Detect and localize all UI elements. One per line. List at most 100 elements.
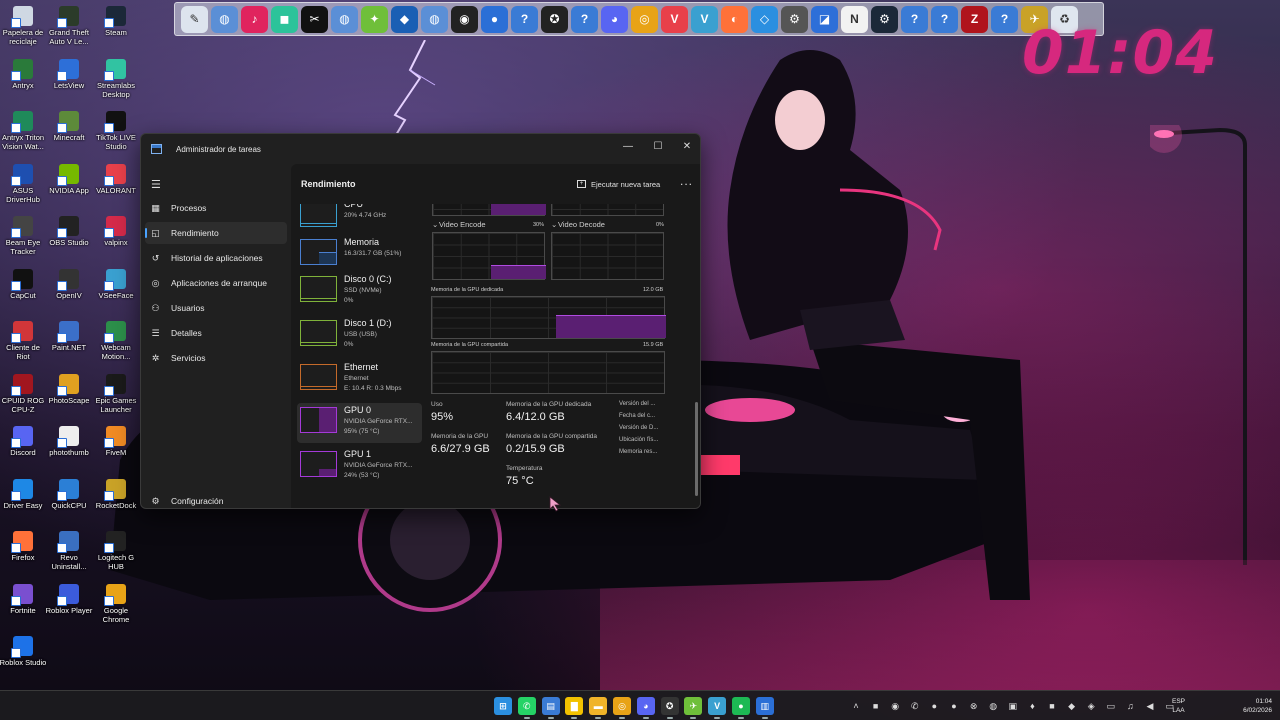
desktop-shortcut[interactable]: photothumb xyxy=(45,426,93,457)
desktop-shortcut[interactable]: Epic Games Launcher xyxy=(92,373,140,414)
bird-icon[interactable]: ✈ xyxy=(684,697,703,719)
sticky-notes-icon[interactable]: ▤ xyxy=(541,697,560,719)
firefox-icon[interactable]: ◐ xyxy=(721,5,748,33)
cpuid-icon[interactable]: ⚙ xyxy=(781,5,808,33)
desktop-shortcut[interactable]: VSeeFace xyxy=(92,268,140,300)
title-bar[interactable]: Administrador de tareas — ☐ ✕ xyxy=(141,134,700,164)
vseeface-icon[interactable]: V xyxy=(708,697,727,719)
desktop-shortcut[interactable]: OBS Studio xyxy=(45,216,93,247)
desktop-shortcut[interactable]: Discord xyxy=(0,426,47,457)
desktop-shortcut[interactable]: LetsView xyxy=(45,58,93,90)
hamburger-menu-icon[interactable]: ☰ xyxy=(151,178,161,191)
desktop-shortcut[interactable]: Driver Easy xyxy=(0,478,47,510)
device-item[interactable]: Disco 1 (D:) USB (USB) 0% xyxy=(297,316,422,356)
shield-tray-icon[interactable]: ◈ xyxy=(1085,700,1097,712)
cube-icon[interactable]: ◆ xyxy=(391,5,418,33)
desktop-shortcut[interactable]: TikTok LIVE Studio xyxy=(92,111,140,151)
desktop-shortcut[interactable]: Revo Uninstall... xyxy=(45,531,93,571)
valorant-icon[interactable]: V xyxy=(661,5,688,33)
desktop-shortcut[interactable]: Antryx xyxy=(0,58,47,90)
whatsapp-icon[interactable]: ✆ xyxy=(517,697,536,719)
chat-tray-icon[interactable]: ▭ xyxy=(1105,700,1117,712)
windows-start-icon[interactable]: ⊞ xyxy=(494,697,512,715)
volume-icon[interactable]: ◀ xyxy=(1144,700,1156,712)
notepad-icon[interactable]: ✎ xyxy=(181,5,208,33)
minimize-button[interactable]: — xyxy=(614,137,642,155)
gamepad-icon[interactable]: ◼ xyxy=(271,5,298,33)
sidebar-item-history[interactable]: ↺ Historial de aplicaciones xyxy=(145,247,287,269)
desktop-shortcut[interactable]: Streamlabs Desktop xyxy=(92,58,140,99)
desktop-shortcut[interactable]: CPUID ROG CPU-Z xyxy=(0,373,47,414)
steam-icon[interactable]: ⚙ xyxy=(871,5,898,33)
globe-icon[interactable]: ◍ xyxy=(331,5,358,33)
globe-icon[interactable]: ◍ xyxy=(211,5,238,33)
steam-tray-icon[interactable]: ◉ xyxy=(889,700,901,712)
mic-tray-icon[interactable]: ♦ xyxy=(1026,700,1038,712)
sidebar-item-performance[interactable]: ◱ Rendimiento xyxy=(145,222,287,244)
desktop-shortcut[interactable]: FiveM xyxy=(92,426,140,457)
app-tray-icon[interactable]: ▣ xyxy=(1007,700,1019,712)
globe-icon[interactable]: ◍ xyxy=(421,5,448,33)
discord-icon[interactable]: ◕ xyxy=(636,697,655,719)
language-indicator[interactable]: ESP LAA xyxy=(1172,697,1185,715)
detail-scrollbar[interactable] xyxy=(695,402,698,496)
drop-tray-icon[interactable]: ● xyxy=(928,700,940,712)
desktop-shortcut[interactable]: CapCut xyxy=(0,268,47,300)
video-decode-chevron-icon[interactable]: ⌄ xyxy=(551,220,557,229)
discord-icon[interactable]: ◕ xyxy=(601,5,628,33)
notes-icon[interactable]: ▇ xyxy=(565,697,584,719)
desktop-shortcut[interactable]: QuickCPU xyxy=(45,478,93,510)
task-manager-icon[interactable]: ▥ xyxy=(755,697,774,719)
maximize-button[interactable]: ☐ xyxy=(644,137,672,155)
desktop-shortcut[interactable]: Paint.NET xyxy=(45,321,93,352)
device-item[interactable]: Disco 0 (C:) SSD (NVMe) 0% xyxy=(297,272,422,312)
drop-icon[interactable]: ● xyxy=(481,5,508,33)
globe-tray-icon[interactable]: ◍ xyxy=(987,700,999,712)
desktop-shortcut[interactable]: Beam Eye Tracker xyxy=(0,216,47,256)
help-icon[interactable]: ? xyxy=(931,5,958,33)
desktop-shortcut[interactable]: Logitech G HUB xyxy=(92,531,140,571)
device-item[interactable]: Memoria 16.3/31.7 GB (51%) xyxy=(297,235,422,275)
vseeface-icon[interactable]: V xyxy=(691,5,718,33)
eagle-icon[interactable]: ✪ xyxy=(660,697,679,719)
device-item[interactable]: Ethernet Ethernet E: 10.4 R: 0.3 Mbps xyxy=(297,360,422,400)
device-item[interactable]: CPU 20% 4.74 GHz xyxy=(297,204,422,237)
desktop-shortcut[interactable]: OpenIV xyxy=(45,268,93,300)
help-icon[interactable]: ? xyxy=(901,5,928,33)
device-item[interactable]: GPU 1 NVIDIA GeForce RTX... 24% (53 °C) xyxy=(297,447,422,487)
close-button[interactable]: ✕ xyxy=(673,137,700,155)
alien-icon[interactable]: ✦ xyxy=(361,5,388,33)
desktop-shortcut[interactable]: Roblox Player xyxy=(45,583,93,615)
obs-icon[interactable]: ◉ xyxy=(451,5,478,33)
taskbar-clock[interactable]: 01:04 6/02/2026 xyxy=(1226,697,1272,715)
desktop-shortcut[interactable]: Fortnite xyxy=(0,583,47,615)
eagle-icon[interactable]: ✪ xyxy=(541,5,568,33)
tiktok-icon[interactable]: ♪ xyxy=(241,5,268,33)
sidebar-item-startup[interactable]: ◎ Aplicaciones de arranque xyxy=(145,272,287,294)
rog-cpuz-icon[interactable]: Z xyxy=(961,5,988,33)
sidebar-item-configuracion[interactable]: ⚙ Configuración xyxy=(145,490,287,508)
spotify-icon[interactable]: ● xyxy=(732,697,750,719)
xbox-tray-icon[interactable]: ⊗ xyxy=(968,700,980,712)
desktop-shortcut[interactable]: valpinx xyxy=(92,216,140,247)
desktop-shortcut[interactable]: Grand Theft Auto V Le... xyxy=(45,6,93,46)
more-options-button[interactable]: ... xyxy=(680,174,693,188)
capcut-icon[interactable]: ✂ xyxy=(301,5,328,33)
desktop-shortcut[interactable]: ASUS DriverHub xyxy=(0,163,47,204)
file-explorer-icon[interactable]: ▬ xyxy=(589,697,608,719)
sidebar-item-users[interactable]: ⚇ Usuarios xyxy=(145,297,287,319)
sidebar-item-details[interactable]: ☰ Detalles xyxy=(145,322,287,344)
roblox-icon[interactable]: ◪ xyxy=(811,5,838,33)
desktop-shortcut[interactable]: Cliente de Riot xyxy=(0,321,47,361)
help-icon[interactable]: ? xyxy=(571,5,598,33)
desktop-shortcut[interactable]: Minecraft xyxy=(45,111,93,142)
desktop-shortcut[interactable]: Papelera de reciclaje xyxy=(0,6,47,46)
desktop-shortcut[interactable]: NVIDIA App xyxy=(45,163,93,195)
game-tray-icon[interactable]: ◆ xyxy=(1066,700,1078,712)
desktop-shortcut[interactable]: VALORANT xyxy=(92,163,140,195)
sidebar-item-grid[interactable]: ▦ Procesos xyxy=(145,197,287,219)
chevron-up-icon[interactable]: ˄ xyxy=(850,700,862,712)
help-icon[interactable]: ? xyxy=(991,5,1018,33)
video-encode-chevron-icon[interactable]: ⌄ xyxy=(432,220,438,229)
chrome-icon[interactable]: ◎ xyxy=(631,5,658,33)
